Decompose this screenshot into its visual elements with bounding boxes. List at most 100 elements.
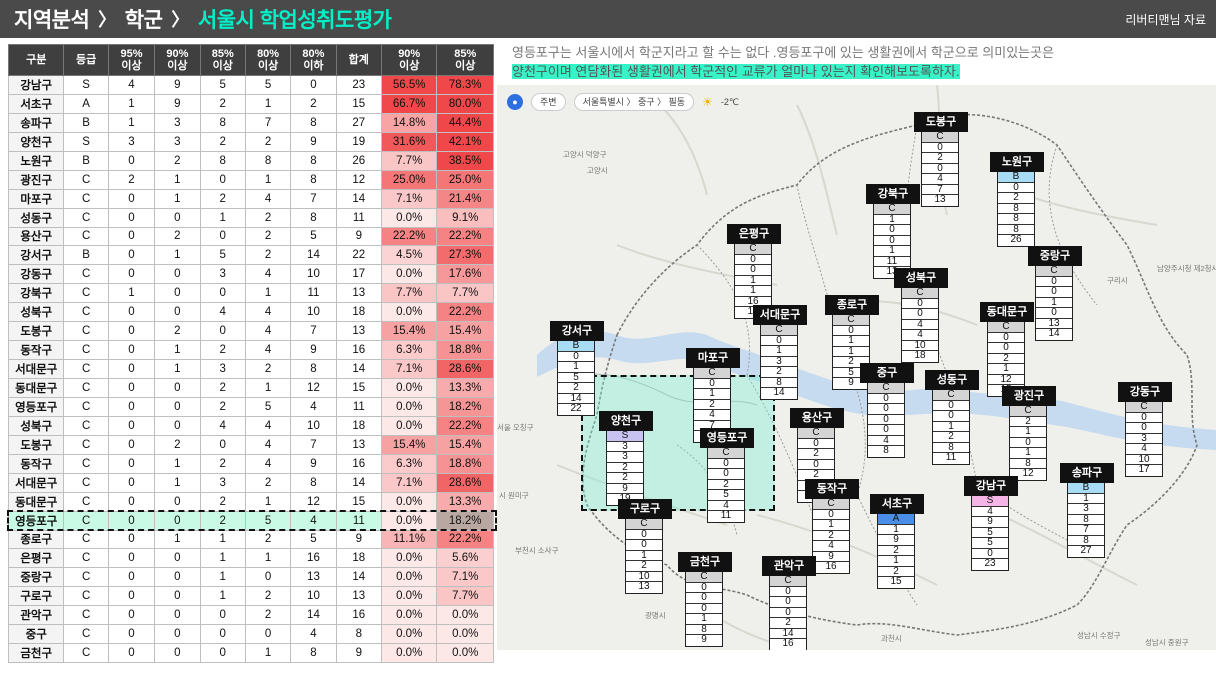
count-cell: 3: [154, 131, 201, 152]
district-card-value: 11: [720, 510, 732, 521]
count-cell: 0: [154, 283, 201, 304]
district-cell: 중구: [7, 624, 65, 645]
column-header: 90% 이상: [154, 44, 201, 76]
grade-cell: C: [63, 605, 109, 626]
count-cell: 18: [335, 415, 382, 436]
district-card-value: 2: [626, 560, 662, 572]
percent-cell: 0.0%: [380, 605, 438, 626]
count-cell: 0: [154, 510, 201, 531]
district-card-grade: S: [607, 430, 643, 442]
count-cell: 9: [290, 131, 337, 152]
seoul-map[interactable]: ● 주변 서울특별시 〉 중구 〉 필동 ☀ -2℃ 고양시 덕양구 고양시 서…: [497, 85, 1216, 650]
count-cell: 23: [335, 75, 382, 95]
location-breadcrumb[interactable]: 서울특별시 〉 중구 〉 필동: [573, 93, 695, 111]
count-cell: 0: [107, 491, 156, 512]
column-header-line: 합계: [348, 54, 369, 66]
column-header: 85% 이상: [199, 44, 246, 76]
count-cell: 2: [154, 226, 201, 247]
location-pin-icon[interactable]: ●: [507, 94, 523, 110]
nearby-button[interactable]: 주변: [531, 93, 566, 111]
place-label: 고양시 덕양구: [563, 150, 607, 159]
district-card-value: 9: [701, 634, 707, 645]
district-card-name: 은평구: [727, 224, 781, 244]
percent-cell: 0.0%: [380, 624, 438, 645]
count-cell: 10: [290, 302, 337, 323]
count-cell: 11: [290, 283, 337, 304]
grade-cell: C: [63, 548, 109, 569]
count-cell: 0: [154, 624, 201, 645]
percent-cell: 22.2%: [436, 529, 494, 550]
district-card-value: 17: [1138, 464, 1150, 475]
district-cell: 마포구: [7, 188, 65, 209]
table-row: 동대문구 C 0 0 2 1 12 15 0.0% 13.3%: [7, 378, 494, 398]
grade-cell: C: [63, 567, 109, 588]
column-header-line: 95%: [120, 48, 143, 60]
district-cell: 동작구: [7, 340, 65, 361]
column-header-line: 80%: [302, 48, 325, 60]
count-cell: 4: [244, 321, 292, 342]
district-card-grade: C: [626, 518, 662, 530]
count-cell: 2: [199, 510, 246, 531]
count-cell: 1: [154, 188, 201, 209]
count-cell: 1: [199, 567, 246, 588]
percent-cell: 18.8%: [436, 340, 494, 361]
crumb-region: 지역분석: [14, 9, 90, 32]
column-header-line: 이하: [303, 60, 324, 72]
district-card-grade: B: [558, 340, 594, 352]
place-label: 남양주시청 제2청사: [1157, 264, 1216, 273]
district-card: 중랑구 C 0 0 1 0 13 14: [1028, 246, 1082, 341]
column-header-line: 85%: [211, 48, 234, 60]
count-cell: 0: [199, 283, 246, 304]
count-cell: 16: [335, 340, 382, 361]
district-card: 영등포구 C 0 0 2 5 4 11: [700, 428, 754, 523]
district-card-value: 1: [1010, 426, 1046, 438]
district-card-grade: B: [998, 171, 1034, 183]
percent-cell: 21.4%: [436, 188, 494, 209]
district-card-value: 2: [933, 431, 969, 443]
grade-cell: C: [63, 321, 109, 342]
district-card-grade: C: [813, 498, 849, 510]
district-card-value: 0: [1126, 422, 1162, 434]
count-cell: 5: [290, 226, 337, 247]
count-cell: 0: [107, 415, 156, 436]
count-cell: 4: [244, 453, 292, 474]
grade-cell: C: [63, 586, 109, 607]
district-card-value: 1: [878, 555, 914, 567]
district-card-value: 0: [868, 424, 904, 436]
district-card-value: 22: [570, 403, 582, 414]
district-card-value: 1: [686, 613, 722, 625]
district-card-value: 8: [998, 213, 1034, 225]
count-cell: 7: [290, 321, 337, 342]
district-card-grade: C: [902, 287, 938, 299]
count-cell: 0: [107, 472, 156, 493]
count-cell: 11: [335, 207, 382, 228]
count-cell: 2: [199, 131, 246, 152]
percent-cell: 80.0%: [436, 93, 494, 114]
district-card-value: 0: [708, 468, 744, 480]
count-cell: 2: [244, 131, 292, 152]
place-label: 시 원미구: [499, 491, 529, 500]
percent-cell: 7.1%: [380, 472, 438, 493]
district-card: 동작구 C 0 1 2 4 9 16: [805, 479, 859, 574]
percent-cell: 25.0%: [380, 169, 438, 190]
count-cell: 1: [244, 643, 292, 664]
grade-cell: C: [63, 359, 109, 379]
percent-cell: 28.6%: [436, 359, 494, 379]
count-cell: 13: [290, 567, 337, 588]
grade-cell: C: [63, 264, 109, 285]
column-header-line: 이상: [167, 60, 188, 72]
district-cell: 송파구: [7, 112, 65, 133]
grade-cell: C: [63, 491, 109, 512]
grade-cell: S: [63, 131, 109, 152]
table-row: 양천구 S 3 3 2 2 9 19 31.6% 42.1%: [7, 131, 494, 152]
district-card-grade: C: [1010, 405, 1046, 417]
district-card-name: 성동구: [925, 370, 979, 390]
count-cell: 14: [335, 188, 382, 209]
table-row: 동작구 C 0 1 2 4 9 16 6.3% 18.8%: [7, 453, 494, 474]
column-header: 95% 이상: [107, 44, 156, 76]
count-cell: 5: [244, 396, 292, 417]
count-cell: 0: [107, 624, 156, 645]
district-cell: 노원구: [7, 150, 65, 171]
description-line-2: 양천구이며 연담화된 생활권에서 학군적인 교류가 얼마나 있는지 확인해보도록…: [512, 64, 960, 79]
district-card-grade: C: [933, 389, 969, 401]
